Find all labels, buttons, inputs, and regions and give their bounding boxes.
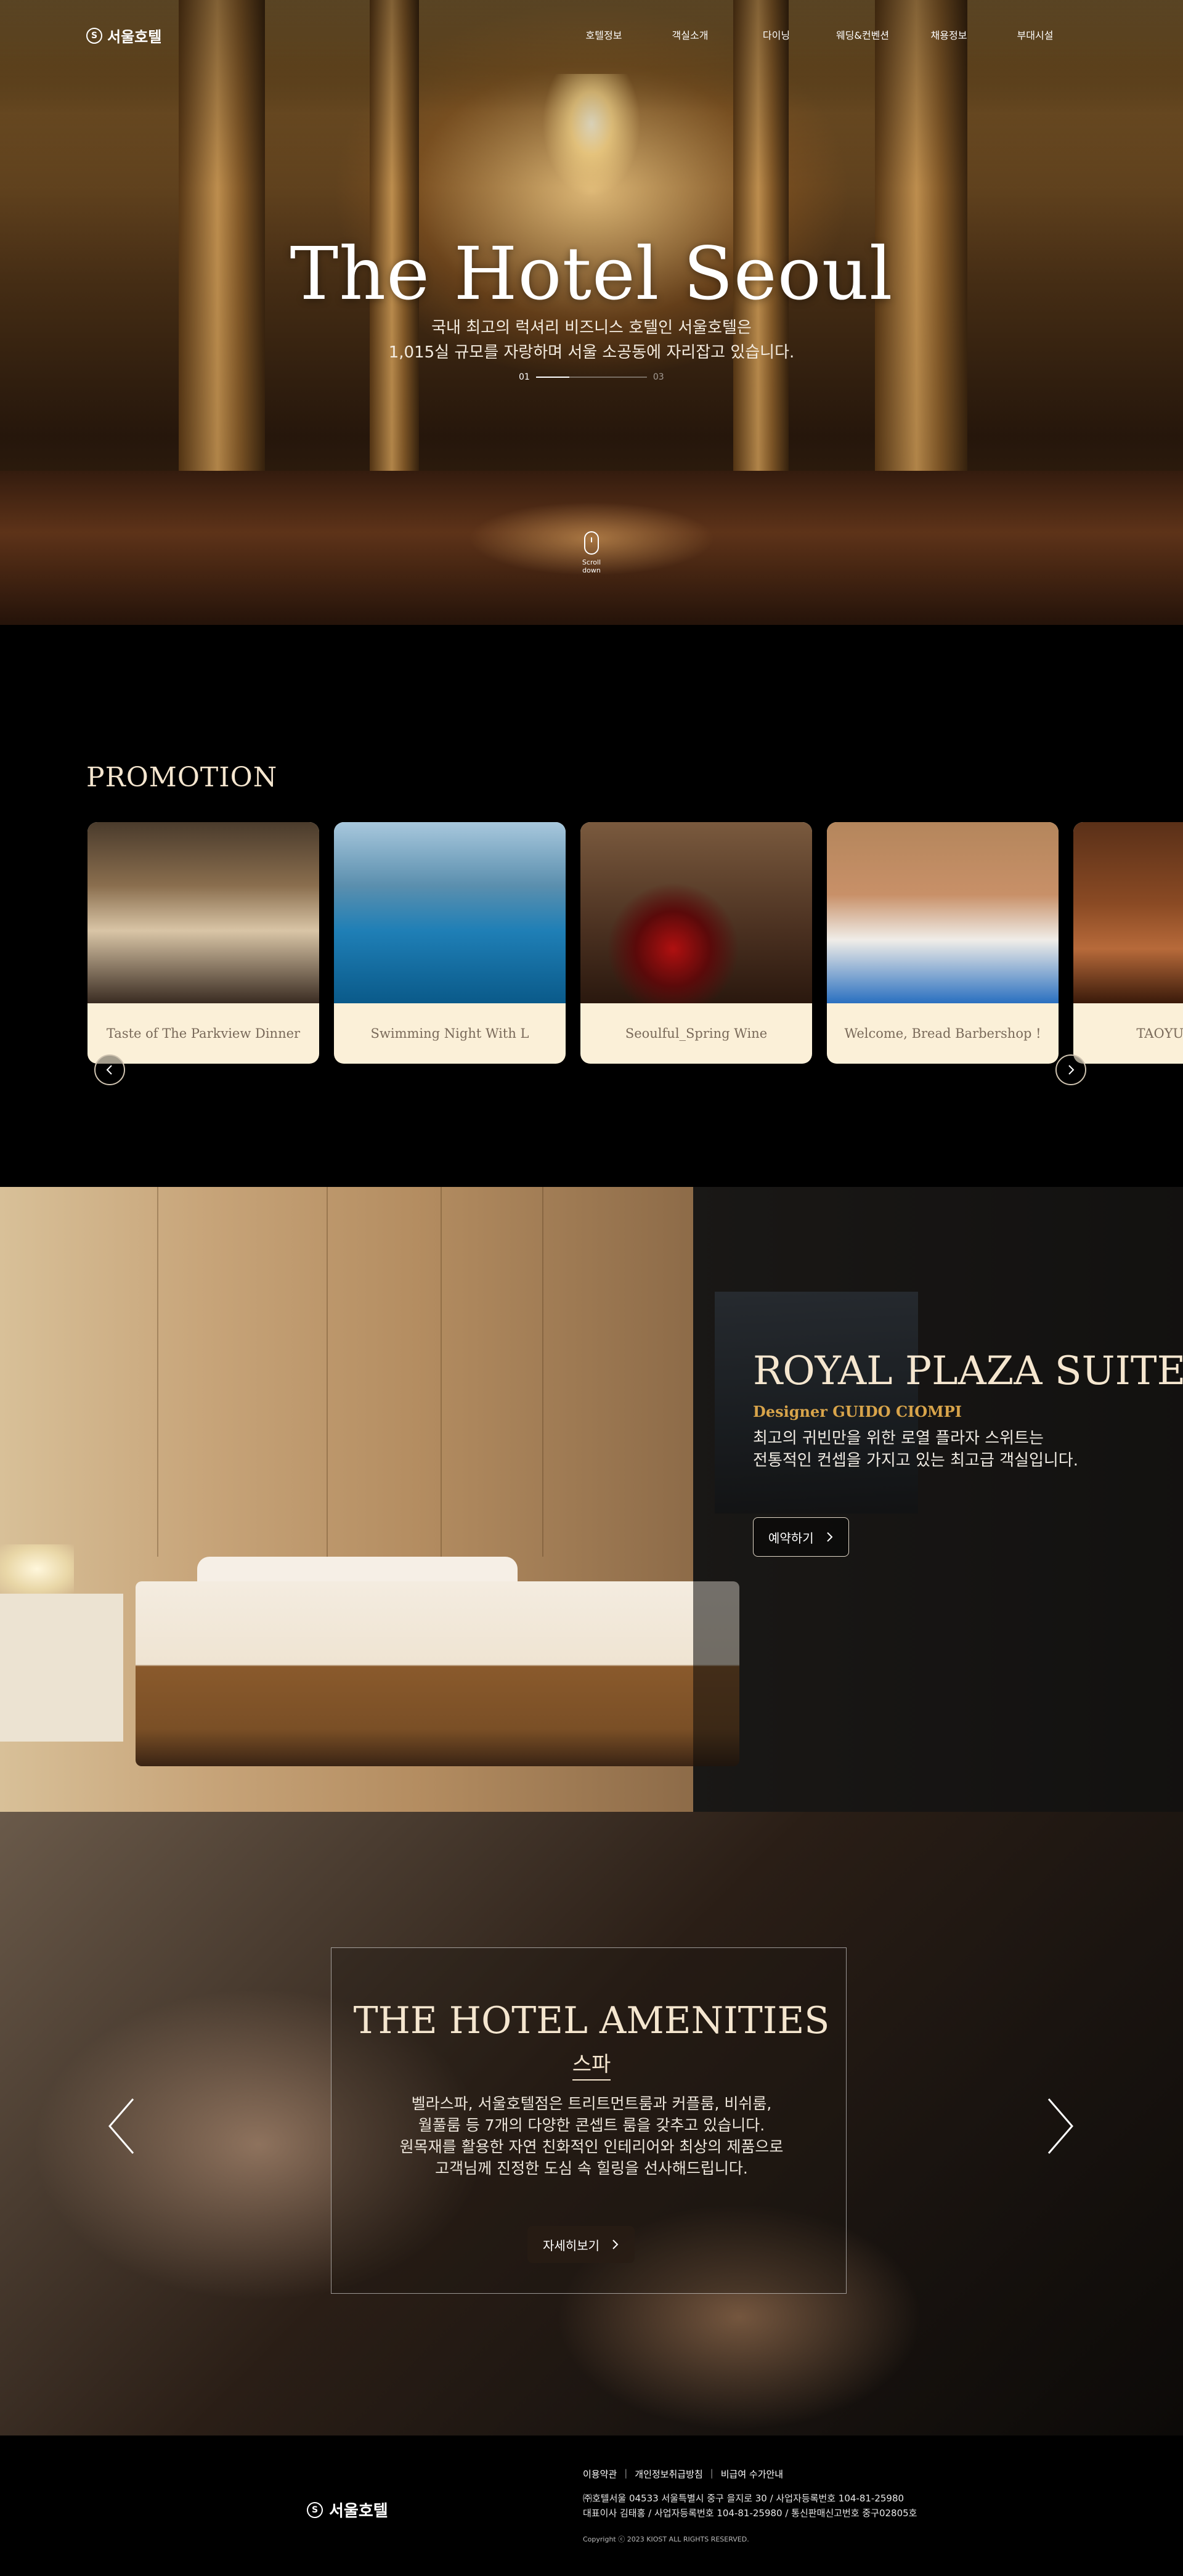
details-button-label: 자세히보기 [543,2238,600,2253]
site-footer: S 서울호텔 이용약관 | 개인정보취급방침 | 비급여 수가안내 ㈜호텔서울 … [0,2435,1183,2576]
pager-progress-fill [535,377,569,378]
suite-description: 최고의 귀빈만을 위한 로열 플라자 스위트는 전통적인 컨셉을 가지고 있는 … [753,1427,1078,1472]
footer-logo-text: 서울호텔 [329,2502,388,2521]
main-menu: 호텔정보 객실소개 다이닝 웨딩&컨벤션 채용정보 부대시설 [561,27,1078,42]
amenities-section: THE HOTEL AMENITIES 스파 벨라스파, 서울호텔점은 트리트먼… [0,1812,1183,2435]
wall-panel [327,1187,328,1557]
suite-section: ROYAL PLAZA SUITE Designer GUIDO CIOMPI … [0,1187,1183,1812]
footer-address-line: ㈜호텔서울 04533 서울특별시 중구 을지로 30 / 사업자등록번호 10… [583,2493,905,2504]
reserve-button[interactable]: 예약하기 [753,1517,849,1557]
menu-item-facilities[interactable]: 부대시설 [992,27,1078,42]
promotion-card-image [87,822,319,1003]
promotion-card-label: Taste of The Parkview Dinner [106,1026,301,1041]
footer-links: 이용약관 | 개인정보취급방침 | 비급여 수가안내 [583,2468,783,2480]
footer-link-terms[interactable]: 이용약관 [583,2468,617,2480]
footer-copyright: Copyright ⓒ 2023 KIOST ALL RIGHTS RESERV… [583,2535,749,2543]
menu-item-dining[interactable]: 다이닝 [733,27,819,42]
promotion-heading: PROMOTION [86,762,278,793]
amenities-title: THE HOTEL AMENITIES [353,1999,830,2042]
promotion-card[interactable]: Swimming Night With L [334,822,566,1064]
promotion-card[interactable]: Seoulful_Spring Wine [580,822,812,1064]
promotion-next-button[interactable] [1055,1054,1086,1085]
scroll-down-indicator[interactable]: Scroll down [573,531,610,574]
promotion-card-label: Seoulful_Spring Wine [625,1026,768,1041]
menu-item-wedding[interactable]: 웨딩&컨벤션 [819,27,906,42]
amenities-description-line: 고객님께 진정한 도심 속 힐링을 선사해드립니다. [435,2159,748,2177]
promotion-card[interactable]: Welcome, Bread Barbershop ! [827,822,1059,1064]
chevron-right-icon [612,2240,619,2249]
footer-logo[interactable]: S 서울호텔 [307,2498,388,2521]
amenities-description-line: 원목재를 활용한 자연 친화적인 인테리어와 최상의 제품으로 [399,2138,784,2156]
wall-panel [542,1187,543,1557]
menu-item-careers[interactable]: 채용정보 [906,27,992,42]
menu-item-rooms[interactable]: 객실소개 [647,27,733,42]
details-button[interactable]: 자세히보기 [527,2226,635,2263]
promotion-card-label: Welcome, Bread Barbershop ! [844,1026,1041,1041]
footer-link-fees[interactable]: 비급여 수가안내 [721,2468,783,2480]
promotion-card-image [580,822,812,1003]
hero-pager: 01 03 [519,372,664,382]
suite-description-line: 최고의 귀빈만을 위한 로열 플라자 스위트는 [753,1429,1044,1448]
nightstand-image [0,1594,123,1742]
promotion-card-label: Swimming Night With L [370,1026,529,1041]
logo-text: 서울호텔 [107,28,162,46]
chevron-left-icon [106,1065,112,1075]
menu-item-hotel-info[interactable]: 호텔정보 [561,27,647,42]
site-logo[interactable]: S 서울호텔 [86,25,161,46]
logo-icon: S [307,2501,323,2518]
logo-icon: S [86,27,102,44]
amenities-subtitle: 스파 [0,2047,1183,2081]
hero-subtitle-line: 1,015실 규모를 자랑하며 서울 소공동에 자리잡고 있습니다. [388,343,795,362]
footer-link-separator: | [624,2468,628,2479]
amenities-description-line: 벨라스파, 서울호텔점은 트리트먼트룸과 커플룸, 비쉬룸, [411,2095,772,2113]
promotion-card-image [1073,822,1183,1003]
promotion-card[interactable]: TAOYUEN Wine [1073,822,1183,1064]
promotion-card-label: TAOYUEN Wine [1136,1026,1183,1041]
promotion-card-image [334,822,566,1003]
footer-address-line: 대표이사 김태홍 / 사업자등록번호 104-81-25980 / 통신판매신고… [583,2508,917,2519]
wall-panel [441,1187,442,1557]
reserve-button-label: 예약하기 [768,1530,814,1546]
chevron-right-icon [1068,1065,1075,1075]
hero-title: The Hotel Seoul [290,231,893,316]
suite-text-overlay [693,1187,1183,1812]
promotion-card[interactable]: Taste of The Parkview Dinner [87,822,319,1064]
amenities-description: 벨라스파, 서울호텔점은 트리트먼트룸과 커플룸, 비쉬룸, 월풀룸 등 7개의… [0,2093,1183,2179]
footer-link-privacy[interactable]: 개인정보취급방침 [635,2468,702,2480]
suite-title: ROYAL PLAZA SUITE [753,1348,1183,1394]
pager-total: 03 [652,372,664,382]
scroll-down-label: Scroll down [582,558,601,574]
promotion-card-image [827,822,1059,1003]
hero-subtitle-line: 국내 최고의 럭셔리 비즈니스 호텔인 서울호텔은 [431,319,752,337]
hero-section: S 서울호텔 호텔정보 객실소개 다이닝 웨딩&컨벤션 채용정보 부대시설 Th… [0,0,1183,625]
promotion-prev-button[interactable] [94,1054,125,1085]
footer-link-separator: | [710,2468,713,2479]
promotion-section: PROMOTION Taste of The Parkview Dinner S… [0,625,1183,1187]
bed-image [136,1581,739,1766]
suite-description-line: 전통적인 컨셉을 가지고 있는 최고급 객실입니다. [753,1451,1078,1470]
pager-current: 01 [519,372,530,382]
pager-progress-bar[interactable] [535,377,647,378]
footer-address: ㈜호텔서울 04533 서울특별시 중구 을지로 30 / 사업자등록번호 10… [583,2491,917,2521]
suite-designer: Designer GUIDO CIOMPI [753,1403,962,1420]
promotion-carousel: Taste of The Parkview Dinner Swimming Ni… [87,822,1183,1069]
lamp-image [0,1544,74,1594]
top-nav: S 서울호텔 호텔정보 객실소개 다이닝 웨딩&컨벤션 채용정보 부대시설 [0,0,1183,68]
hero-subtitle: 국내 최고의 럭셔리 비즈니스 호텔인 서울호텔은 1,015실 규모를 자랑하… [0,316,1183,365]
wall-panel [157,1187,158,1557]
amenities-subtitle-text: 스파 [572,2052,611,2081]
chevron-right-icon [826,1532,833,1542]
amenities-description-line: 월풀룸 등 7개의 다양한 콘셉트 룸을 갖추고 있습니다. [418,2116,765,2134]
mouse-icon [584,531,599,555]
